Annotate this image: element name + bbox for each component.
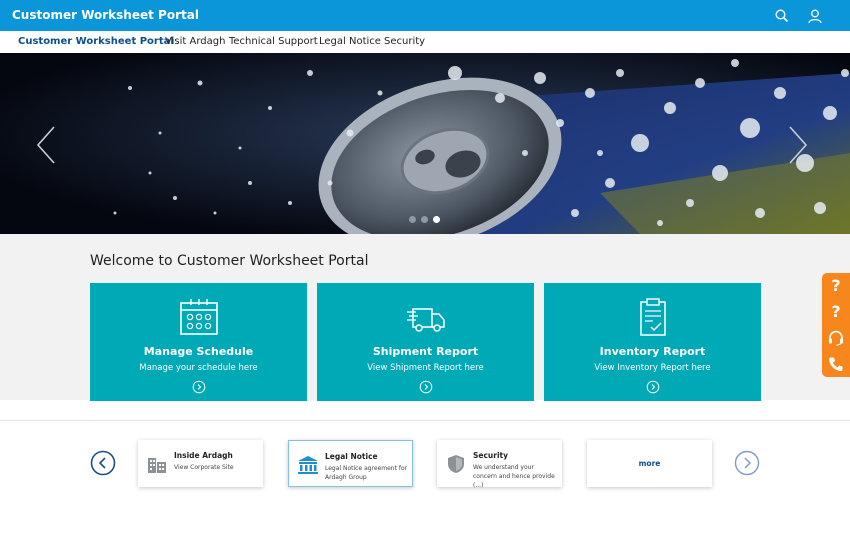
search-icon[interactable] xyxy=(774,8,790,24)
carousel-dot-2[interactable] xyxy=(421,216,428,223)
chevron-right-icon xyxy=(789,126,808,164)
nav-item-technical-support[interactable]: Technical Support xyxy=(229,36,318,47)
link-card-desc: We understand your concern and hence pro… xyxy=(473,464,555,489)
tile-subtitle: View Shipment Report here xyxy=(367,363,484,373)
nav-item-customer-worksheet-portal[interactable]: Customer Worksheet Portal xyxy=(18,36,174,47)
calendar-icon xyxy=(179,297,219,337)
link-card-inside-ardagh[interactable]: Inside Ardagh View Corporate Site xyxy=(138,440,263,487)
link-card-title: Inside Ardagh xyxy=(174,451,233,460)
tile-subtitle: View Inventory Report here xyxy=(594,363,711,373)
shipment-report-tile[interactable]: Shipment Report View Shipment Report her… xyxy=(317,283,534,401)
user-icon[interactable] xyxy=(807,8,823,24)
carousel-next-button[interactable] xyxy=(786,125,810,165)
inventory-report-tile[interactable]: Inventory Report View Inventory Report h… xyxy=(544,283,761,401)
building-icon xyxy=(146,454,168,474)
chevron-circle-right-icon xyxy=(734,450,760,476)
truck-icon xyxy=(406,297,446,337)
main-nav: Customer Worksheet Portal Visit Ardagh T… xyxy=(0,31,850,53)
nav-item-security[interactable]: Security xyxy=(384,36,425,47)
tile-subtitle: Manage your schedule here xyxy=(139,363,258,373)
nav-item-visit-ardagh[interactable]: Visit Ardagh xyxy=(165,36,225,47)
chevron-circle-right-icon xyxy=(646,380,660,394)
support-tab[interactable] xyxy=(822,325,850,351)
link-card-title: Security xyxy=(473,451,509,460)
app-title[interactable]: Customer Worksheet Portal xyxy=(12,8,199,22)
chevron-circle-right-icon xyxy=(419,380,433,394)
chevron-left-icon xyxy=(36,126,55,164)
chevron-circle-left-icon xyxy=(90,450,116,476)
phone-tab[interactable] xyxy=(822,351,850,377)
help-tab-1[interactable]: ? xyxy=(822,273,850,299)
tile-title: Inventory Report xyxy=(599,345,706,358)
carousel-dot-1[interactable] xyxy=(409,216,416,223)
hero-image xyxy=(0,53,850,234)
link-card-legal-notice[interactable]: Legal Notice Legal Notice agreement for … xyxy=(288,440,413,487)
carousel-prev-button[interactable] xyxy=(34,125,58,165)
hero-carousel xyxy=(0,53,850,234)
question-icon: ? xyxy=(831,276,841,295)
question-icon: ? xyxy=(831,302,841,321)
courthouse-icon xyxy=(297,455,319,475)
help-tab-2[interactable]: ? xyxy=(822,299,850,325)
nav-item-legal-notice[interactable]: Legal Notice xyxy=(319,36,381,47)
tile-title: Manage Schedule xyxy=(143,345,254,358)
carousel-dot-3[interactable] xyxy=(433,216,440,223)
clipboard-icon xyxy=(633,297,673,337)
link-card-title: Legal Notice xyxy=(325,452,378,461)
links-prev-button[interactable] xyxy=(90,450,116,476)
chevron-circle-right-icon xyxy=(192,380,206,394)
headset-icon xyxy=(829,330,843,346)
welcome-title: Welcome to Customer Worksheet Portal xyxy=(90,253,369,269)
shield-icon xyxy=(445,454,467,474)
more-link: more xyxy=(638,459,661,468)
phone-icon xyxy=(829,357,843,371)
tile-title: Shipment Report xyxy=(372,345,479,358)
link-card-desc: Legal Notice agreement for Ardagh Group xyxy=(325,465,408,481)
links-next-button[interactable] xyxy=(734,450,760,476)
top-bar: Customer Worksheet Portal xyxy=(0,0,850,31)
link-card-security[interactable]: Security We understand your concern and … xyxy=(437,440,562,489)
manage-schedule-tile[interactable]: Manage Schedule Manage your schedule her… xyxy=(90,283,307,401)
link-card-more[interactable]: more xyxy=(587,440,712,487)
quick-links-section xyxy=(0,420,850,550)
link-card-desc: View Corporate Site xyxy=(174,464,234,471)
